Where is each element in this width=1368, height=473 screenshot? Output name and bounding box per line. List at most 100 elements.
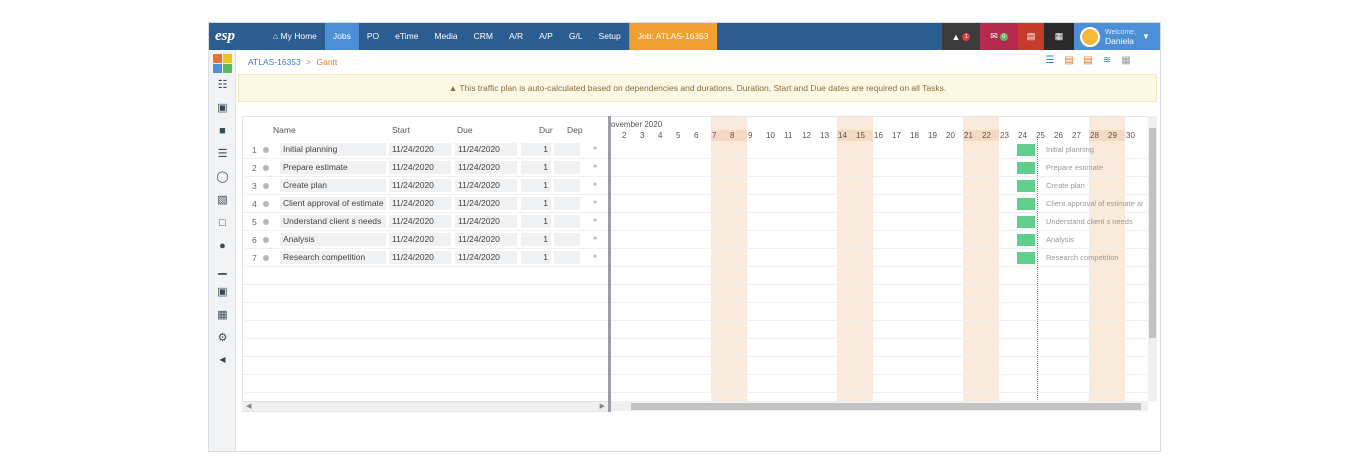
comment-icon[interactable]: ● xyxy=(593,145,597,152)
breadcrumb-job-link[interactable]: ATLAS-16353 xyxy=(248,57,301,67)
task-bar[interactable] xyxy=(1017,180,1035,192)
task-due-cell[interactable]: 11/24/2020 xyxy=(455,215,517,228)
task-name-cell[interactable]: Analysis xyxy=(280,233,386,246)
task-dur-cell[interactable]: 1 xyxy=(521,197,551,210)
task-dur-cell[interactable]: 1 xyxy=(521,233,551,246)
task-name-cell[interactable]: Prepare estimate xyxy=(280,161,386,174)
task-name-cell[interactable]: Understand client s needs xyxy=(280,215,386,228)
user-menu[interactable]: Welcome, Daniela ▼ xyxy=(1074,23,1160,50)
task-bar[interactable] xyxy=(1017,234,1035,246)
comment-icon[interactable]: ● xyxy=(593,253,597,260)
database-button[interactable]: ▤ xyxy=(1018,23,1044,50)
nav-gl[interactable]: G/L xyxy=(561,23,591,50)
col-start[interactable]: Start xyxy=(392,125,410,135)
task-due-cell[interactable]: 11/24/2020 xyxy=(455,251,517,264)
task-start-cell[interactable]: 11/24/2020 xyxy=(389,179,451,192)
task-name-cell[interactable]: Research competition xyxy=(280,251,386,264)
col-dep[interactable]: Dep xyxy=(567,125,583,135)
task-dep-cell[interactable] xyxy=(554,143,580,156)
task-dep-cell[interactable] xyxy=(554,161,580,174)
users-icon[interactable]: ● xyxy=(216,240,229,253)
task-due-cell[interactable]: 11/24/2020 xyxy=(455,179,517,192)
comment-icon[interactable]: ● xyxy=(593,217,597,224)
nav-media[interactable]: Media xyxy=(426,23,465,50)
col-dur[interactable]: Dur xyxy=(539,125,553,135)
task-start-cell[interactable]: 11/24/2020 xyxy=(389,215,451,228)
messages-button[interactable]: ✉ 0 xyxy=(980,23,1018,50)
task-bar[interactable] xyxy=(1017,198,1035,210)
task-start-cell[interactable]: 11/24/2020 xyxy=(389,143,451,156)
chart-horizontal-scrollbar[interactable] xyxy=(611,401,1148,411)
task-bar[interactable] xyxy=(1017,144,1035,156)
task-dur-cell[interactable]: 1 xyxy=(521,179,551,192)
schedule-icon[interactable]: ▦ xyxy=(216,309,229,322)
nav-ar[interactable]: A/R xyxy=(501,23,531,50)
task-dep-cell[interactable] xyxy=(554,215,580,228)
col-due[interactable]: Due xyxy=(457,125,473,135)
image-icon[interactable]: ▣ xyxy=(216,102,229,115)
app-grid-icon[interactable] xyxy=(213,54,232,73)
task-row[interactable]: 2 Prepare estimate 11/24/2020 11/24/2020 1 ● xyxy=(243,159,608,177)
task-bar[interactable] xyxy=(1017,162,1035,174)
nav-setup[interactable]: Setup xyxy=(591,23,629,50)
task-row[interactable]: 5 Understand client s needs 11/24/2020 11/2… xyxy=(243,213,608,231)
rss-icon[interactable]: ≋ xyxy=(1100,55,1114,67)
task-dur-cell[interactable]: 1 xyxy=(521,215,551,228)
task-row[interactable]: 3 Create plan 11/24/2020 11/24/2020 1 ● xyxy=(243,177,608,195)
task-name-cell[interactable]: Client approval of estimate ar xyxy=(280,197,386,210)
task-due-cell[interactable]: 11/24/2020 xyxy=(455,143,517,156)
org-chart-icon[interactable]: ☷ xyxy=(216,79,229,92)
list-view-icon[interactable]: ☰ xyxy=(1043,55,1057,67)
list-icon[interactable]: ☰ xyxy=(216,148,229,161)
board-view-icon[interactable]: ▤ xyxy=(1081,55,1095,67)
nav-jobs[interactable]: Jobs xyxy=(324,23,359,50)
task-start-cell[interactable]: 11/24/2020 xyxy=(389,161,451,174)
task-dur-cell[interactable]: 1 xyxy=(521,161,551,174)
task-due-cell[interactable]: 11/24/2020 xyxy=(455,233,517,246)
money-icon[interactable]: ▣ xyxy=(216,286,229,299)
folder-icon[interactable]: ■ xyxy=(216,125,229,138)
chart-vertical-scrollbar[interactable] xyxy=(1148,116,1157,401)
settings-icon[interactable]: ⚙ xyxy=(216,332,229,345)
task-dep-cell[interactable] xyxy=(554,233,580,246)
col-name[interactable]: Name xyxy=(273,125,296,135)
map-icon[interactable]: ▧ xyxy=(216,194,229,207)
task-start-cell[interactable]: 11/24/2020 xyxy=(389,233,451,246)
task-due-cell[interactable]: 11/24/2020 xyxy=(455,161,517,174)
task-name-cell[interactable]: Initial planning xyxy=(280,143,386,156)
help-button[interactable]: ▦ xyxy=(1044,23,1074,50)
task-bar[interactable] xyxy=(1017,216,1035,228)
task-row[interactable]: 7 Research competition 11/24/2020 11/24/202… xyxy=(243,249,608,267)
task-dep-cell[interactable] xyxy=(554,251,580,264)
task-start-cell[interactable]: 11/24/2020 xyxy=(389,251,451,264)
nav-my-home[interactable]: ⌂ My Home xyxy=(265,23,325,50)
task-row[interactable]: 4 Client approval of estimate ar 11/24/202… xyxy=(243,195,608,213)
nav-crm[interactable]: CRM xyxy=(466,23,501,50)
comment-icon[interactable]: ● xyxy=(593,235,597,242)
chat-icon[interactable]: ◯ xyxy=(216,171,229,184)
task-dep-cell[interactable] xyxy=(554,179,580,192)
nav-etime[interactable]: eTime xyxy=(387,23,426,50)
task-name-cell[interactable]: Create plan xyxy=(280,179,386,192)
notifications-button[interactable]: ▲ 1 xyxy=(942,23,980,50)
task-row[interactable]: 1 Initial planning 11/24/2020 11/24/2020 1 ● xyxy=(243,141,608,159)
task-dur-cell[interactable]: 1 xyxy=(521,251,551,264)
grid-horizontal-scrollbar[interactable]: ◀ ▶ xyxy=(242,401,609,411)
comment-icon[interactable]: ● xyxy=(593,199,597,206)
task-dur-cell[interactable]: 1 xyxy=(521,143,551,156)
esp-logo[interactable]: esp xyxy=(215,28,235,45)
nav-po[interactable]: PO xyxy=(359,23,387,50)
gantt-view-icon[interactable]: ▤ xyxy=(1062,55,1076,67)
nav-job-tab[interactable]: Job: ATLAS-16353 xyxy=(628,23,717,50)
nav-ap[interactable]: A/P xyxy=(531,23,561,50)
calendar-icon[interactable]: □ xyxy=(216,217,229,230)
task-start-cell[interactable]: 11/24/2020 xyxy=(389,197,451,210)
task-row[interactable]: 6 Analysis 11/24/2020 11/24/2020 1 ● xyxy=(243,231,608,249)
task-dep-cell[interactable] xyxy=(554,197,580,210)
scroll-left-icon[interactable]: ◀ xyxy=(246,402,251,410)
comment-icon[interactable]: ● xyxy=(593,163,597,170)
scroll-right-icon[interactable]: ▶ xyxy=(600,402,605,410)
collapse-icon[interactable]: ◀ xyxy=(216,353,229,366)
signal-icon[interactable]: ▁ xyxy=(216,263,229,276)
comment-icon[interactable]: ● xyxy=(593,181,597,188)
